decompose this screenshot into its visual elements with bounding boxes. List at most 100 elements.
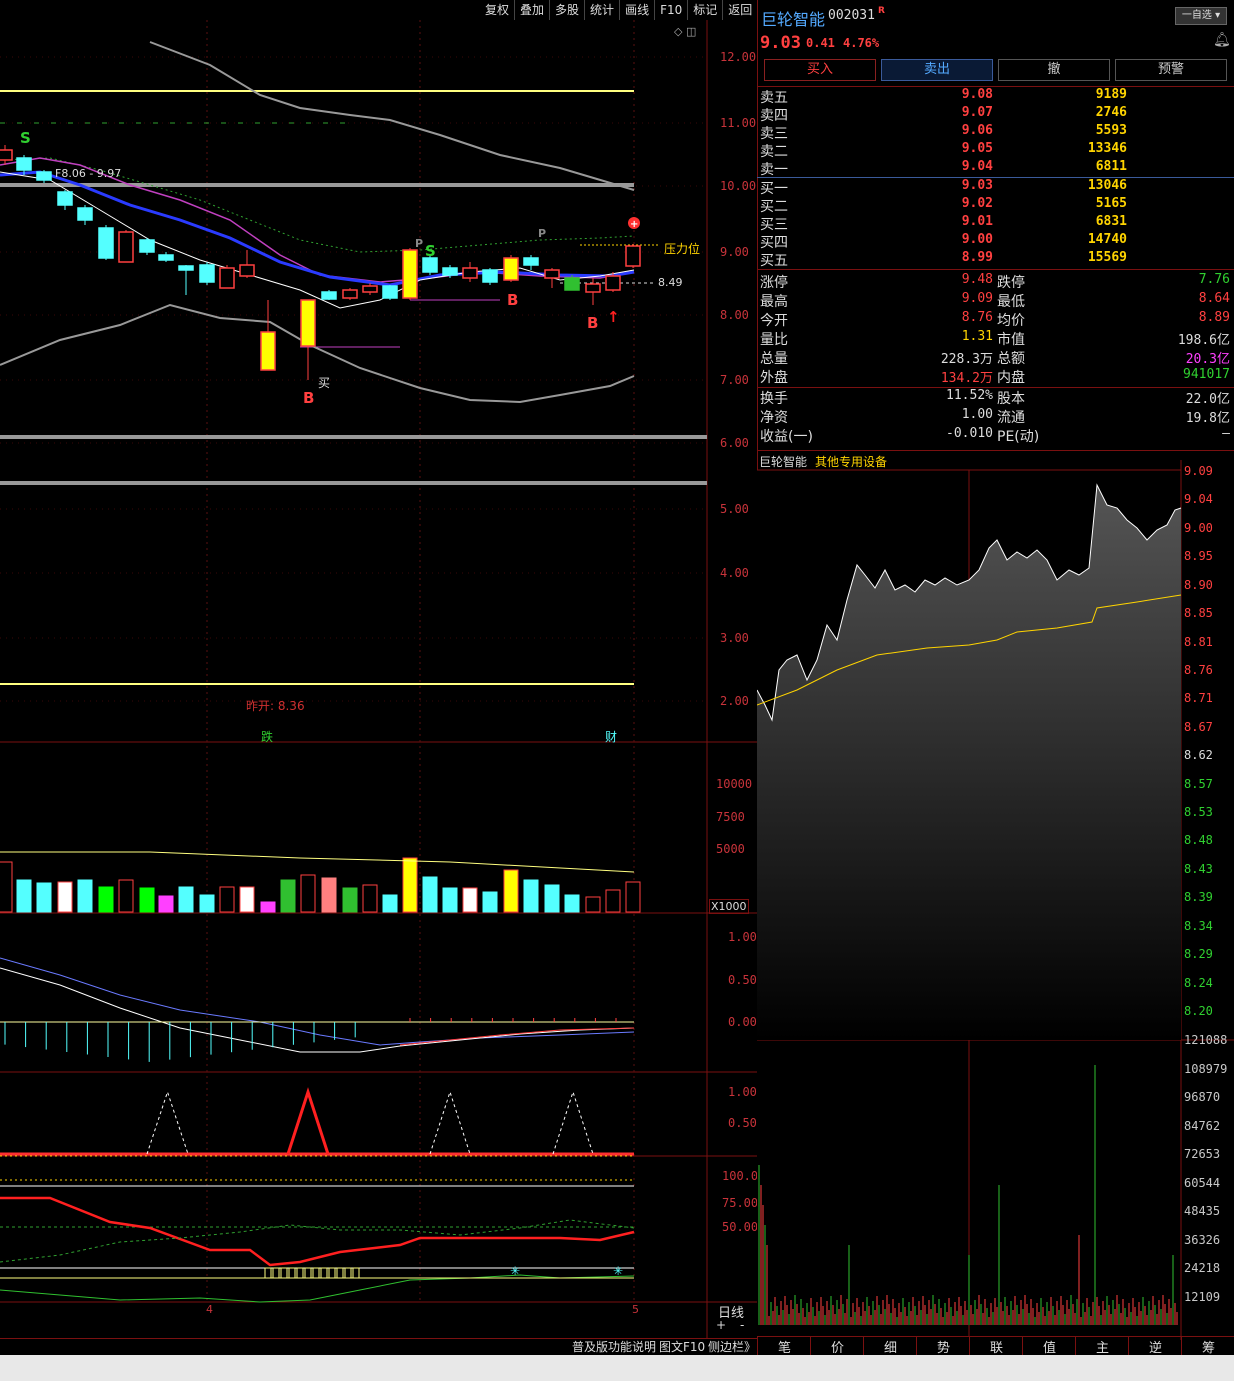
- candle-body: [625, 245, 641, 267]
- help-link[interactable]: 普及版功能说明: [572, 1338, 656, 1355]
- nav-tab[interactable]: 势: [916, 1337, 970, 1356]
- zixuan-button[interactable]: 一自选 ▾: [1175, 7, 1227, 25]
- order-price: 9.07: [961, 105, 993, 120]
- volume-tick: 5000: [716, 842, 745, 856]
- order-level: 卖三: [760, 126, 788, 142]
- candle-body: [422, 257, 438, 273]
- macd-tick: 0.50: [728, 973, 757, 987]
- order-price: 8.99: [961, 250, 993, 265]
- stat-label: 市值: [997, 332, 1025, 348]
- volume-bar: [442, 887, 458, 913]
- nav-tab[interactable]: 笔: [757, 1337, 811, 1356]
- candle-body: [321, 291, 337, 300]
- bell-icon[interactable]: 🔔︎: [1213, 32, 1231, 48]
- nav-tab[interactable]: 主: [1075, 1337, 1129, 1356]
- toolbar-f10[interactable]: F10: [654, 0, 687, 20]
- volume-bar: [585, 896, 601, 913]
- volume-bar: [523, 879, 539, 913]
- kdj-bar: [272, 1267, 280, 1279]
- signal-peak-red: [286, 1087, 330, 1155]
- volume-bar: [625, 881, 641, 913]
- nav-tab[interactable]: 筹: [1181, 1337, 1234, 1356]
- signal-peak: [146, 1090, 189, 1155]
- order-row: 买一 9.03 13046: [757, 178, 1234, 197]
- stat-value: 1.31: [961, 329, 993, 344]
- signal-peak: [552, 1090, 594, 1155]
- small-icons[interactable]: ◇ ◫: [674, 25, 696, 38]
- toolbar-draw-line[interactable]: 画线: [619, 0, 654, 20]
- volume-bar: [0, 861, 13, 913]
- buy-button[interactable]: 买入: [764, 59, 876, 81]
- stat-value: —: [1222, 426, 1230, 441]
- order-price: 9.08: [961, 87, 993, 102]
- stat-value: 8.64: [1198, 291, 1230, 306]
- kline-chart-area[interactable]: S S P P B B B ↑ + ✳ ✳: [0, 20, 757, 1338]
- kdj-bar: [352, 1267, 360, 1279]
- order-volume: 13346: [1087, 141, 1127, 156]
- candle-body: [585, 283, 601, 293]
- zoom-minus[interactable]: -: [740, 1318, 744, 1332]
- order-volume: 2746: [1095, 105, 1127, 120]
- candle-body: [342, 289, 358, 299]
- stat-value: 941017: [1183, 367, 1230, 382]
- candle-body: [260, 331, 276, 371]
- order-volume: 6811: [1095, 159, 1127, 174]
- intraday-price-tick: 8.34: [1184, 918, 1213, 933]
- candle-body: [57, 191, 73, 206]
- intraday-price-tick: 8.90: [1184, 577, 1213, 592]
- nav-tab[interactable]: 价: [810, 1337, 864, 1356]
- order-volume: 9189: [1095, 87, 1127, 102]
- candle-body: [0, 149, 13, 161]
- toolbar-overlay[interactable]: 叠加: [514, 0, 549, 20]
- order-level: 买五: [760, 253, 788, 269]
- stat-label: 今开: [760, 313, 788, 329]
- volume-bar: [219, 886, 235, 913]
- stat-row: 净资 1.00 流通 19.8亿: [757, 407, 1234, 426]
- zoom-plus[interactable]: +: [716, 1318, 726, 1332]
- intraday-chart[interactable]: [757, 460, 1234, 1340]
- candle-body: [503, 257, 519, 281]
- volume-bar: [605, 889, 621, 913]
- macd-tick: 0.00: [728, 1015, 757, 1029]
- stat-value: 1.00: [961, 407, 993, 422]
- alert-button[interactable]: 预警: [1115, 59, 1227, 81]
- stat-row: 收益(一) -0.010 PE(动) —: [757, 426, 1234, 445]
- intraday-price-tick: 8.85: [1184, 606, 1213, 621]
- sidebar-toggle[interactable]: 侧边栏》: [708, 1338, 756, 1355]
- kdj-k: [0, 1196, 635, 1267]
- signal-S: S: [425, 242, 436, 260]
- signal-tick: 0.50: [728, 1116, 757, 1130]
- nav-tab[interactable]: 联: [969, 1337, 1023, 1356]
- order-row: 卖三 9.06 5593: [757, 123, 1234, 142]
- candle-body: [199, 264, 215, 283]
- kdj-bar: [344, 1267, 352, 1279]
- signal-tick: 1.00: [728, 1085, 757, 1099]
- sell-button[interactable]: 卖出: [881, 59, 993, 81]
- toolbar-fuquan[interactable]: 复权: [480, 0, 514, 20]
- marker-cai: 财: [605, 730, 618, 744]
- nav-tab[interactable]: 逆: [1128, 1337, 1182, 1356]
- order-price: 9.00: [961, 232, 993, 247]
- nav-tab[interactable]: 值: [1022, 1337, 1076, 1356]
- f10-link[interactable]: 图文F10: [659, 1338, 705, 1355]
- volume-bar: [503, 869, 519, 913]
- stat-value: 11.52%: [946, 388, 993, 403]
- order-row: 卖五 9.08 9189: [757, 87, 1234, 106]
- order-price: 9.04: [961, 159, 993, 174]
- stat-row: 量比 1.31 市值 198.6亿: [757, 329, 1234, 348]
- volume-bar: [544, 884, 560, 913]
- intraday-volume-tick: 48435: [1184, 1204, 1221, 1219]
- candle-body: [482, 269, 498, 283]
- intraday-volume-tick: 108979: [1184, 1061, 1228, 1076]
- volume-bar: [16, 879, 32, 913]
- stat-label: 流通: [997, 410, 1025, 426]
- volume-ma: [0, 851, 635, 873]
- volume-bar: [199, 894, 215, 913]
- buy-label: 买: [318, 376, 331, 390]
- toolbar-stats[interactable]: 统计: [584, 0, 619, 20]
- cancel-button[interactable]: 撤: [998, 59, 1110, 81]
- volume-bar: [158, 895, 174, 913]
- order-row: 卖二 9.05 13346: [757, 141, 1234, 160]
- nav-tab[interactable]: 细: [863, 1337, 917, 1356]
- toolbar-multi-stock[interactable]: 多股: [549, 0, 584, 20]
